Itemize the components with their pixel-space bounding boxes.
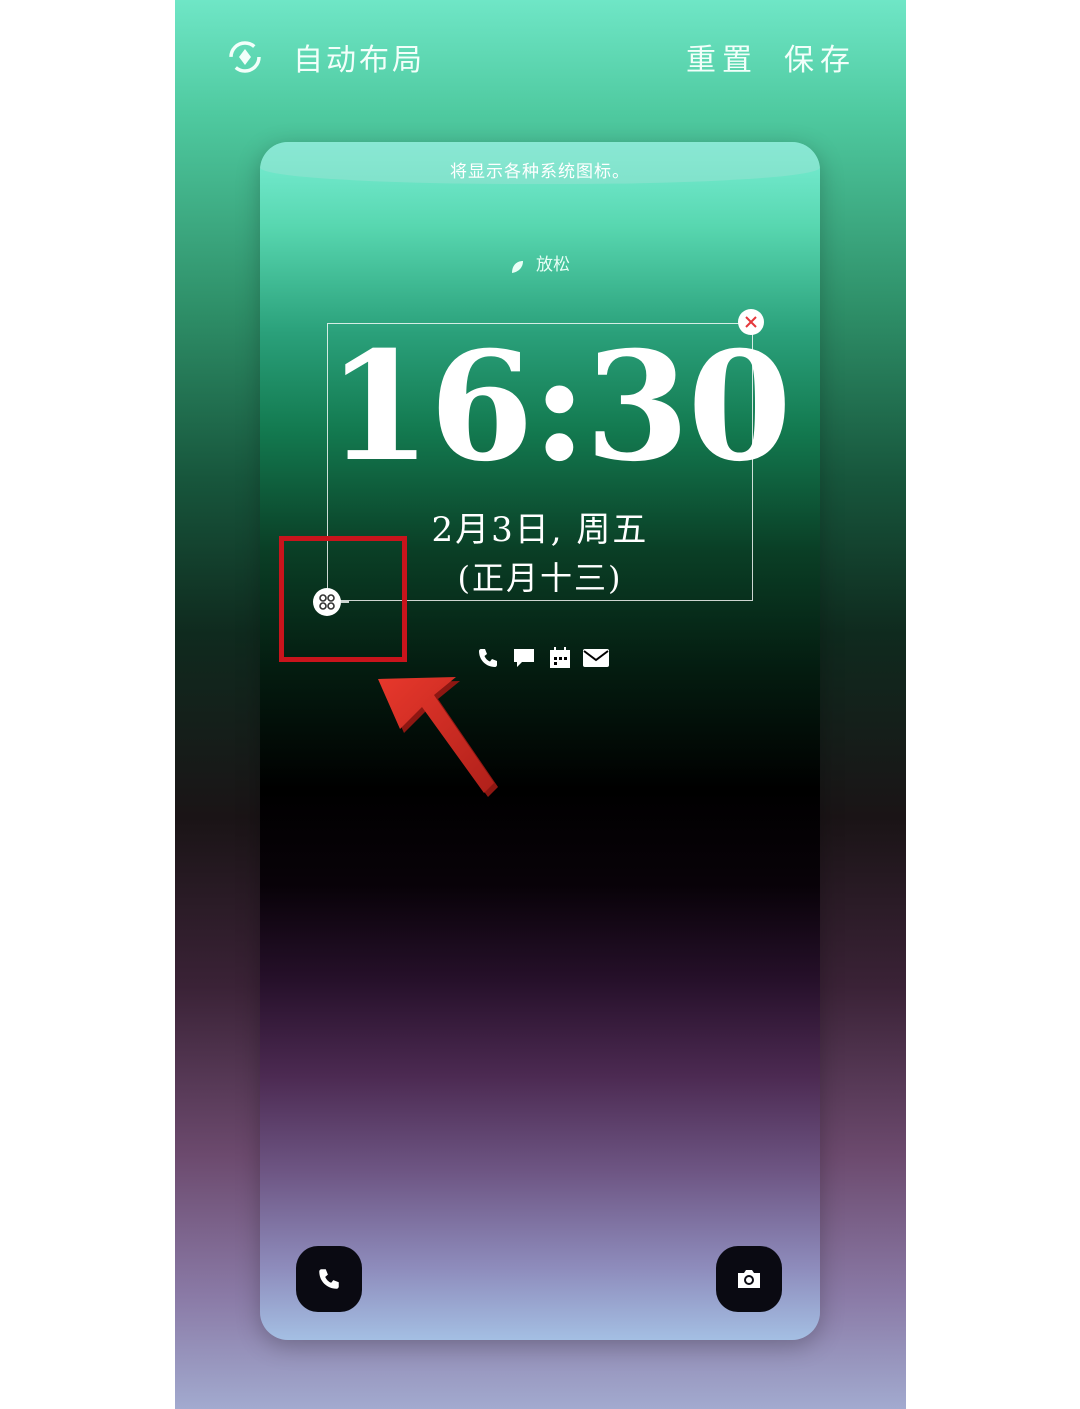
annotation-arrow: [378, 677, 498, 797]
save-button[interactable]: 保存: [784, 35, 856, 79]
auto-layout-label: 自动布局: [293, 43, 425, 78]
reset-button[interactable]: 重置: [686, 35, 758, 79]
calendar-icon: [546, 644, 574, 672]
focus-mode-label: 放松: [536, 255, 570, 275]
camera-icon: [738, 1270, 760, 1288]
mail-icon: [582, 644, 610, 672]
auto-layout-button[interactable]: 自动布局: [225, 32, 425, 82]
message-icon: [510, 644, 538, 672]
clock-time: 16:30: [327, 319, 792, 495]
annotation-highlight-box: [279, 536, 407, 662]
top-bar: 自动布局 重置 保存: [175, 0, 906, 110]
phone-shortcut-button[interactable]: [296, 1246, 362, 1312]
phone-screen: 自动布局 重置 保存 将显示各种系统图标。 放松 16:30 2月3日, 周五 …: [175, 0, 906, 1409]
system-icons-notice: 将显示各种系统图标。: [260, 142, 820, 184]
close-icon[interactable]: [738, 309, 764, 335]
lockscreen-preview: 将显示各种系统图标。 放松 16:30 2月3日, 周五 (正月十三): [260, 142, 820, 1340]
leaf-icon: [510, 259, 524, 273]
camera-shortcut-button[interactable]: [716, 1246, 782, 1312]
rotate-icon: [225, 37, 265, 77]
focus-mode[interactable]: 放松: [260, 250, 820, 275]
phone-icon: [319, 1269, 339, 1289]
top-actions: 重置 保存: [686, 32, 856, 82]
